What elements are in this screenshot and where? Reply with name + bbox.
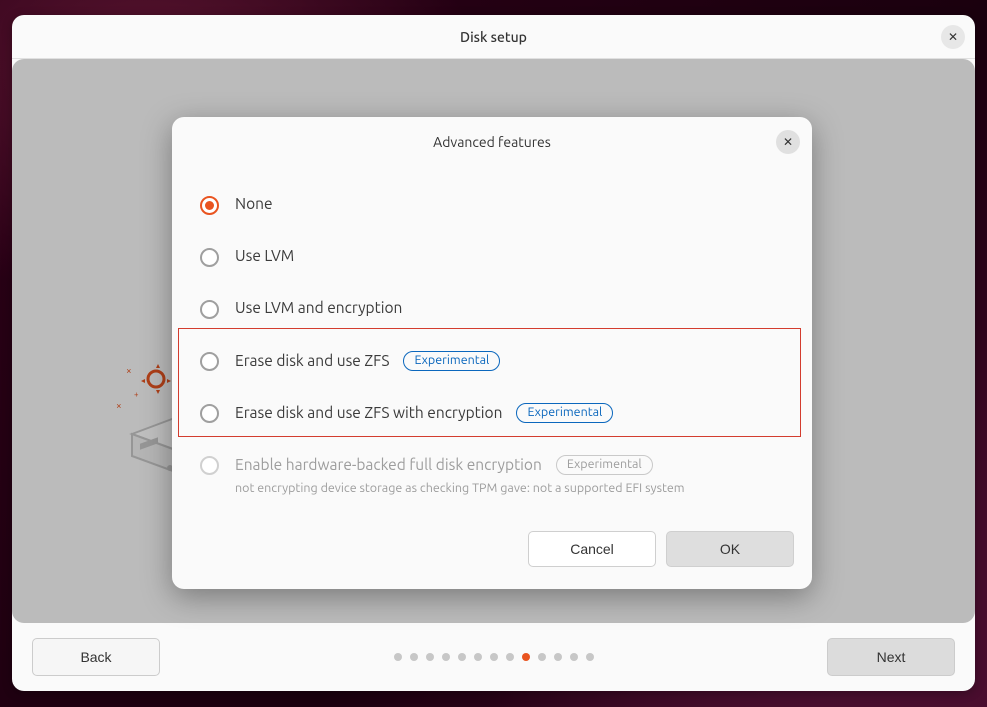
- progress-dot: [410, 653, 418, 661]
- options-list: None Use LVM Use LVM and encryption Erase d…: [172, 167, 812, 517]
- cancel-button[interactable]: Cancel: [528, 531, 656, 567]
- progress-dot: [570, 653, 578, 661]
- radio-option[interactable]: Erase disk and use ZFS with encryption Ex…: [200, 387, 784, 439]
- experimental-badge: Experimental: [403, 351, 500, 371]
- progress-dot: [426, 653, 434, 661]
- option-subtext: not encrypting device storage as checkin…: [235, 481, 685, 495]
- modal-close-button[interactable]: ✕: [776, 130, 800, 154]
- radio-indicator: [200, 196, 219, 215]
- option-label: Use LVM and encryption: [235, 299, 402, 316]
- close-icon: ✕: [783, 135, 793, 149]
- radio-indicator: [200, 300, 219, 319]
- option-content: None: [235, 195, 273, 212]
- option-label: Erase disk and use ZFS: [235, 352, 389, 369]
- progress-dot: [458, 653, 466, 661]
- option-content: Use LVM: [235, 247, 294, 264]
- option-content: Enable hardware-backed full disk encrypt…: [235, 455, 685, 495]
- installer-titlebar: Disk setup ✕: [12, 15, 975, 59]
- radio-option[interactable]: Erase disk and use ZFS Experimental: [200, 335, 784, 387]
- radio-indicator: [200, 352, 219, 371]
- option-line: Use LVM: [235, 247, 294, 264]
- radio-indicator: [200, 456, 219, 475]
- radio-indicator: [200, 248, 219, 267]
- progress-dot: [554, 653, 562, 661]
- close-icon: ✕: [948, 30, 958, 44]
- option-content: Erase disk and use ZFS Experimental: [235, 351, 500, 371]
- option-label: Use LVM: [235, 247, 294, 264]
- option-line: Use LVM and encryption: [235, 299, 402, 316]
- modal-titlebar: Advanced features ✕: [172, 117, 812, 167]
- experimental-badge: Experimental: [556, 455, 653, 475]
- experimental-badge: Experimental: [516, 403, 613, 423]
- progress-dot: [394, 653, 402, 661]
- progress-dots: [394, 653, 594, 661]
- back-button[interactable]: Back: [32, 638, 160, 676]
- option-line: None: [235, 195, 273, 212]
- radio-option[interactable]: Use LVM: [200, 231, 784, 283]
- option-line: Erase disk and use ZFS with encryption Ex…: [235, 403, 613, 423]
- progress-dot: [442, 653, 450, 661]
- advanced-features-dialog: Advanced features ✕ None Use LVM Use LVM a…: [172, 117, 812, 589]
- option-content: Use LVM and encryption: [235, 299, 402, 316]
- installer-footer: Back Next: [12, 623, 975, 691]
- radio-option: Enable hardware-backed full disk encrypt…: [200, 439, 784, 511]
- option-line: Enable hardware-backed full disk encrypt…: [235, 455, 685, 475]
- radio-indicator: [200, 404, 219, 423]
- progress-dot: [522, 653, 530, 661]
- option-label: Enable hardware-backed full disk encrypt…: [235, 456, 542, 473]
- progress-dot: [538, 653, 546, 661]
- option-line: Erase disk and use ZFS Experimental: [235, 351, 500, 371]
- installer-title: Disk setup: [460, 29, 527, 45]
- radio-option[interactable]: Use LVM and encryption: [200, 283, 784, 335]
- modal-title: Advanced features: [433, 134, 551, 150]
- ok-button[interactable]: OK: [666, 531, 794, 567]
- radio-option[interactable]: None: [200, 179, 784, 231]
- progress-dot: [474, 653, 482, 661]
- progress-dot: [506, 653, 514, 661]
- option-label: Erase disk and use ZFS with encryption: [235, 404, 502, 421]
- option-label: None: [235, 195, 273, 212]
- next-button[interactable]: Next: [827, 638, 955, 676]
- progress-dot: [586, 653, 594, 661]
- modal-footer: Cancel OK: [172, 517, 812, 589]
- progress-dot: [490, 653, 498, 661]
- installer-close-button[interactable]: ✕: [941, 25, 965, 49]
- option-content: Erase disk and use ZFS with encryption Ex…: [235, 403, 613, 423]
